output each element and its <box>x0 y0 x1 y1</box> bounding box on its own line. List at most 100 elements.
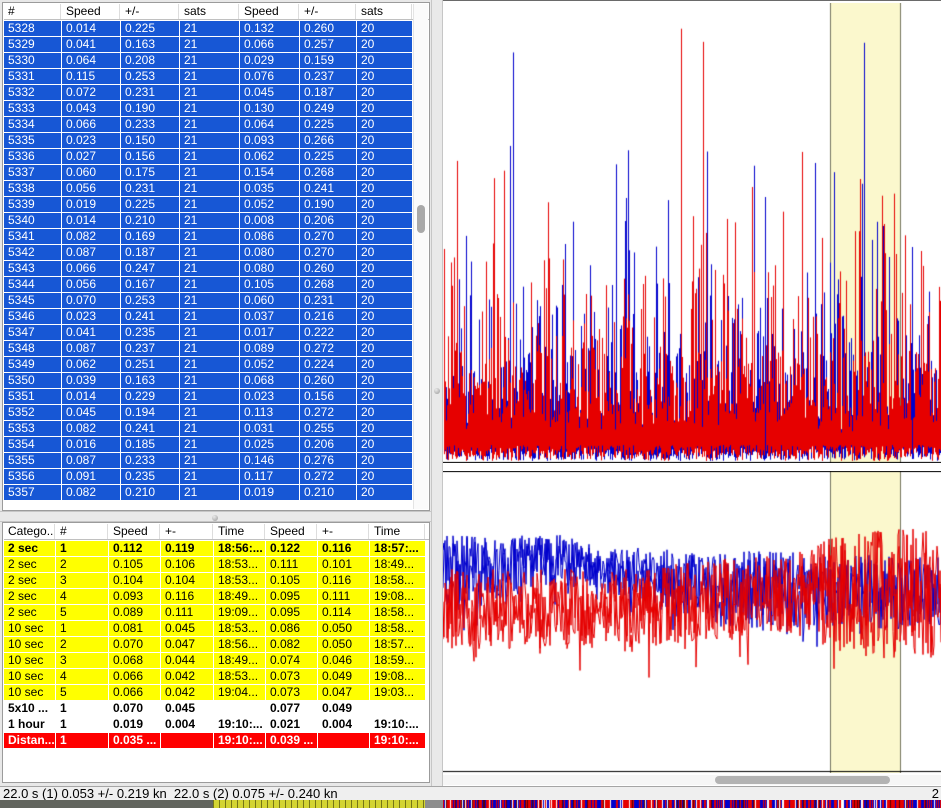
table-row[interactable]: 53460.0230.241210.0370.21620 <box>4 309 429 324</box>
table-cell: 2 sec <box>4 573 55 588</box>
background-sliver-divider <box>425 800 443 808</box>
table-row[interactable]: 1 hour10.0190.00419:10:...0.0210.00419:1… <box>4 717 429 732</box>
table-cell: 0.004 <box>161 717 213 732</box>
table-cell: 0.082 <box>266 637 317 652</box>
table-cell: 20 <box>357 373 412 388</box>
table-row[interactable]: 10 sec40.0660.04218:53...0.0730.04919:08… <box>4 669 429 684</box>
column-header[interactable]: # <box>4 4 61 19</box>
table-cell: 0.231 <box>121 181 179 196</box>
table-cell: 21 <box>180 85 239 100</box>
table-row[interactable]: 53350.0230.150210.0930.26620 <box>4 133 429 148</box>
table-cell: 0.206 <box>300 213 356 228</box>
table-row[interactable]: 2 sec40.0930.11618:49...0.0950.11119:08.… <box>4 589 429 604</box>
chart-scrollbar[interactable] <box>443 775 941 785</box>
table-cell: 0.043 <box>62 101 120 116</box>
table-cell: 0.060 <box>240 293 299 308</box>
table-row[interactable]: 53560.0910.235210.1170.27220 <box>4 469 429 484</box>
table-cell: 0.056 <box>62 277 120 292</box>
column-header[interactable]: +/- <box>300 4 356 19</box>
table-row[interactable]: Distan...10.035 ...19:10:...0.039 ...19:… <box>4 733 429 748</box>
table-cell: 21 <box>180 181 239 196</box>
table-cell: 0.105 <box>240 277 299 292</box>
column-header[interactable]: +- <box>318 524 369 539</box>
table-row[interactable]: 53550.0870.233210.1460.27620 <box>4 453 429 468</box>
column-header[interactable]: Catego... <box>4 524 55 539</box>
vertical-splitter[interactable] <box>431 0 443 786</box>
table-row[interactable]: 53360.0270.156210.0620.22520 <box>4 149 429 164</box>
table-row[interactable]: 53290.0410.163210.0660.25720 <box>4 37 429 52</box>
table-cell: 0.023 <box>62 133 120 148</box>
table-cell: 0.068 <box>109 653 160 668</box>
table-row[interactable]: 53470.0410.235210.0170.22220 <box>4 325 429 340</box>
table-cell: 0.115 <box>62 69 120 84</box>
speed-spikes-chart-canvas[interactable] <box>443 3 941 463</box>
column-header[interactable]: sats <box>357 4 412 19</box>
column-header[interactable]: Speed <box>266 524 317 539</box>
table-cell: 21 <box>180 309 239 324</box>
table-row[interactable]: 53390.0190.225210.0520.19020 <box>4 197 429 212</box>
table-row[interactable]: 5x10 ...10.0700.0450.0770.049 <box>4 701 429 716</box>
table-cell: 2 sec <box>4 589 55 604</box>
table-cell: 19:10:... <box>370 717 425 732</box>
column-header[interactable]: sats <box>180 4 239 19</box>
table-cell: 0.014 <box>62 213 120 228</box>
table-row[interactable]: 53300.0640.208210.0290.15920 <box>4 53 429 68</box>
table-row[interactable]: 10 sec10.0810.04518:53...0.0860.05018:58… <box>4 621 429 636</box>
column-header[interactable]: Time <box>370 524 425 539</box>
table-row[interactable]: 53540.0160.185210.0250.20620 <box>4 437 429 452</box>
table-row[interactable]: 10 sec50.0660.04219:04...0.0730.04719:03… <box>4 685 429 700</box>
table-row[interactable]: 2 sec20.1050.10618:53...0.1110.10118:49.… <box>4 557 429 572</box>
table-row[interactable]: 53280.0140.225210.1320.26020 <box>4 21 429 36</box>
table-row[interactable]: 2 sec50.0890.11119:09...0.0950.11418:58.… <box>4 605 429 620</box>
table-row[interactable]: 53410.0820.169210.0860.27020 <box>4 229 429 244</box>
track-table-scrollbar-thumb[interactable] <box>417 205 425 233</box>
table-cell: 0.035 ... <box>109 733 160 748</box>
column-header[interactable]: Speed <box>109 524 160 539</box>
column-header[interactable]: Speed <box>62 4 120 19</box>
table-row[interactable]: 53430.0660.247210.0800.26020 <box>4 261 429 276</box>
column-header[interactable]: +- <box>161 524 213 539</box>
table-row[interactable]: 53490.0620.251210.0520.22420 <box>4 357 429 372</box>
table-row[interactable]: 53450.0700.253210.0600.23120 <box>4 293 429 308</box>
table-row[interactable]: 53420.0870.187210.0800.27020 <box>4 245 429 260</box>
table-cell: 0.117 <box>240 469 299 484</box>
column-header[interactable]: Speed <box>240 4 299 19</box>
table-row[interactable]: 2 sec30.1040.10418:53...0.1050.11618:58.… <box>4 573 429 588</box>
table-cell: 0.101 <box>318 557 369 572</box>
table-row[interactable]: 53500.0390.163210.0680.26020 <box>4 373 429 388</box>
table-cell: 20 <box>357 21 412 36</box>
speed-waveform-chart-canvas[interactable] <box>443 471 941 773</box>
table-row[interactable]: 53530.0820.241210.0310.25520 <box>4 421 429 436</box>
table-row[interactable]: 53570.0820.210210.0190.21020 <box>4 485 429 500</box>
table-cell: 0.014 <box>62 21 120 36</box>
table-row[interactable]: 53480.0870.237210.0890.27220 <box>4 341 429 356</box>
table-row[interactable]: 53400.0140.210210.0080.20620 <box>4 213 429 228</box>
column-header[interactable]: # <box>56 524 108 539</box>
table-cell: 0.066 <box>62 117 120 132</box>
table-cell: 0.132 <box>240 21 299 36</box>
table-cell: 10 sec <box>4 685 55 700</box>
table-row[interactable]: 53380.0560.231210.0350.24120 <box>4 181 429 196</box>
table-cell: 0.087 <box>62 245 120 260</box>
table-row[interactable]: 53320.0720.231210.0450.18720 <box>4 85 429 100</box>
table-cell: 0.104 <box>109 573 160 588</box>
table-cell: 0.047 <box>161 637 213 652</box>
table-row[interactable]: 53520.0450.194210.1130.27220 <box>4 405 429 420</box>
table-cell: 5348 <box>4 341 61 356</box>
table-row[interactable]: 53440.0560.167210.1050.26820 <box>4 277 429 292</box>
column-header[interactable]: +/- <box>121 4 179 19</box>
column-header[interactable]: Time <box>214 524 265 539</box>
table-row[interactable]: 53370.0600.175210.1540.26820 <box>4 165 429 180</box>
table-cell: 0.041 <box>62 325 120 340</box>
table-row[interactable]: 53340.0660.233210.0640.22520 <box>4 117 429 132</box>
chart-scrollbar-thumb[interactable] <box>715 776 890 784</box>
table-row[interactable]: 53310.1150.253210.0760.23720 <box>4 69 429 84</box>
table-row[interactable]: 10 sec20.0700.04718:56...0.0820.05018:57… <box>4 637 429 652</box>
table-row[interactable]: 2 sec10.1120.11918:56:...0.1220.11618:57… <box>4 541 429 556</box>
horizontal-splitter[interactable] <box>0 511 431 522</box>
table-row[interactable]: 10 sec30.0680.04418:49...0.0740.04618:59… <box>4 653 429 668</box>
table-row[interactable]: 53510.0140.229210.0230.15620 <box>4 389 429 404</box>
table-cell: 0.045 <box>240 85 299 100</box>
table-row[interactable]: 53330.0430.190210.1300.24920 <box>4 101 429 116</box>
track-table-scrollbar[interactable] <box>413 4 428 509</box>
